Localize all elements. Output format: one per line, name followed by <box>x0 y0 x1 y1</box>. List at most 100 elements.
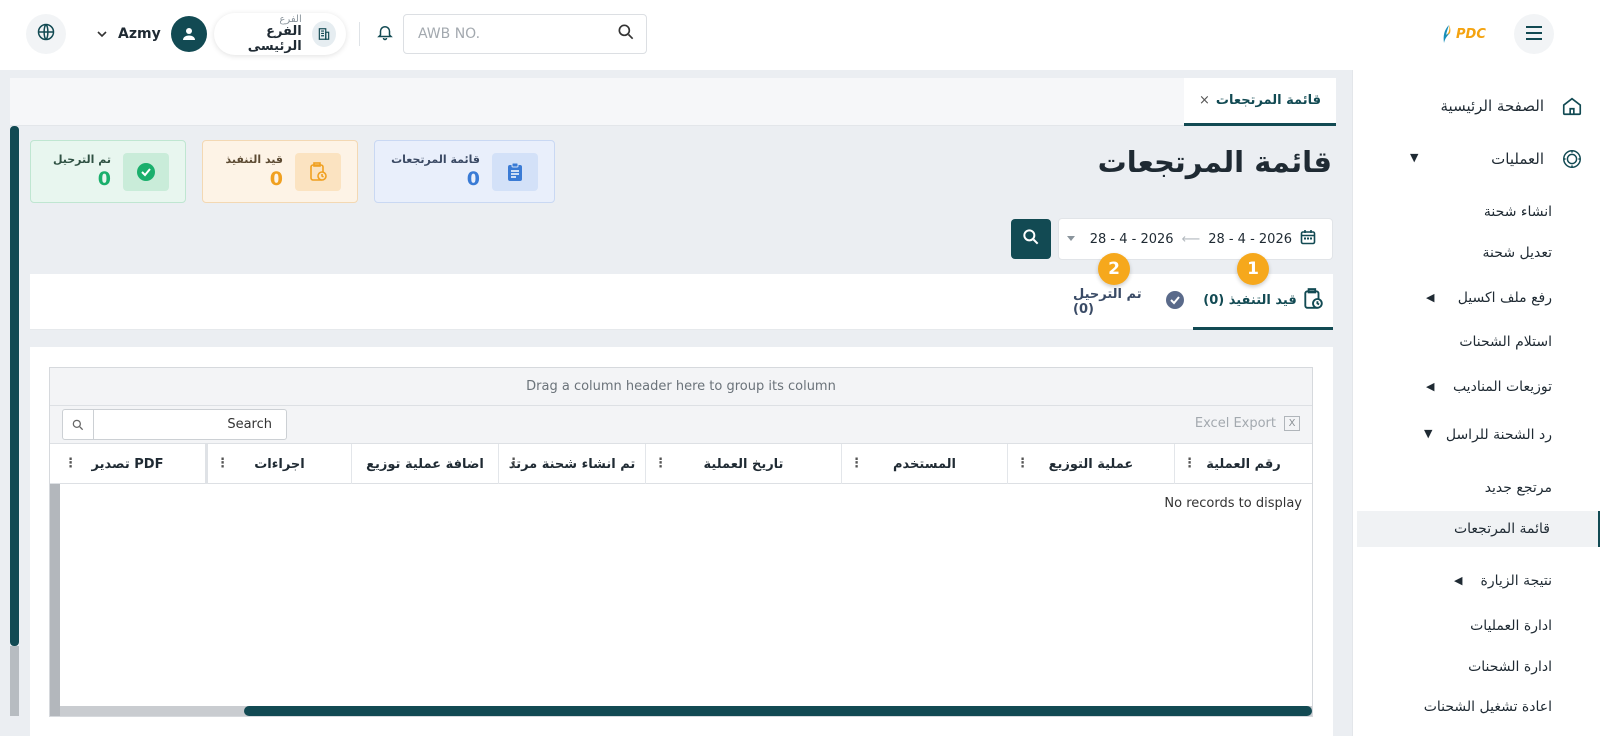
stat-card-in-progress[interactable]: قيد التنفيذ 0 <box>202 140 358 203</box>
grid-search-input[interactable] <box>94 417 280 432</box>
sidebar-item-edit-shipment[interactable]: تعديل شحنة <box>1352 235 1600 271</box>
sidebar-item-receive-shipments[interactable]: استلام الشحنات <box>1352 324 1600 360</box>
caret-left-icon: ◀ <box>1454 574 1463 587</box>
column-header[interactable]: رقم العملية ⋮ <box>1175 444 1312 484</box>
column-header[interactable]: تاريخ العملية ⋮ <box>646 444 842 484</box>
sidebar-item-label: قائمة المرتجعات <box>1453 521 1550 537</box>
sidebar-item-manage-shipments[interactable]: ادارة الشحنات <box>1352 649 1600 685</box>
tab-label: قيد التنفيذ (0) <box>1203 293 1297 308</box>
awb-search-field[interactable] <box>403 14 647 54</box>
branch-selector[interactable]: الفرع الفرع الرئيسى <box>214 13 346 55</box>
avatar <box>170 16 207 52</box>
grid-body: No records to display <box>50 484 1312 716</box>
sidebar-item-restart-shipments[interactable]: اعادة تشغيل الشحنات <box>1352 689 1600 725</box>
status-tabs: قيد التنفيذ (0) تم الترحيل (0) <box>30 274 1333 330</box>
frozen-column-strip <box>50 484 60 716</box>
hamburger-icon <box>1525 25 1543 44</box>
sidebar-item-manage-operations[interactable]: ادارة العمليات <box>1352 608 1600 644</box>
column-menu-icon[interactable]: ⋮ <box>507 456 520 471</box>
caret-down-icon: ▼ <box>1424 427 1433 440</box>
column-menu-icon[interactable]: ⋮ <box>850 456 863 471</box>
tab-label: تم الترحيل (0) <box>1073 287 1142 317</box>
step-badge-1: 1 <box>1237 253 1269 285</box>
stat-card-label: قائمة المرتجعات <box>391 153 480 166</box>
language-button[interactable] <box>26 14 66 54</box>
stat-card-returns[interactable]: قائمة المرتجعات 0 <box>374 140 555 203</box>
column-menu-icon[interactable]: ⋮ <box>1016 456 1029 471</box>
sidebar-item-label: مرتجع جديد <box>1484 480 1552 496</box>
column-header-label: عملية التوزيع <box>1048 456 1134 472</box>
horizontal-scrollbar-thumb[interactable] <box>244 706 1312 716</box>
chevron-down-icon <box>96 25 108 44</box>
sidebar: الصفحة الرئيسية ▼ العمليات انشاء شحنة تع… <box>1352 70 1600 736</box>
logo-text: PDC <box>1456 26 1486 42</box>
sidebar-item-label: العمليات <box>1491 150 1544 168</box>
stat-card-dispatched[interactable]: تم الترحيل 0 <box>30 140 186 203</box>
sidebar-item-operations[interactable]: ▼ العمليات <box>1352 141 1600 177</box>
column-menu-icon[interactable]: ⋮ <box>216 456 229 471</box>
step-badge-2: 2 <box>1098 253 1130 285</box>
sidebar-item-home[interactable]: الصفحة الرئيسية <box>1352 88 1600 124</box>
column-header[interactable]: تصدير PDF ⋮ <box>50 444 208 484</box>
column-header-label: المستخدم <box>893 456 956 472</box>
column-header-label: تاريخ العملية <box>703 456 784 472</box>
building-icon <box>311 21 336 47</box>
close-tab-icon[interactable]: × <box>1199 93 1210 108</box>
vertical-scrollbar-thumb[interactable] <box>10 126 19 646</box>
excel-icon: X <box>1284 416 1300 431</box>
date-to: 28 - 4 - 2026 <box>1089 231 1174 247</box>
column-header[interactable]: تم انشاء شحنة مرتد ⋮ <box>499 444 646 484</box>
awb-search-input[interactable] <box>418 26 598 42</box>
group-drop-area[interactable]: Drag a column header here to group its c… <box>50 368 1312 406</box>
sidebar-item-returns-list[interactable]: قائمة المرتجعات <box>1357 511 1600 547</box>
tab-returns-list[interactable]: × قائمة المرتجعات <box>1184 78 1336 126</box>
data-grid: Drag a column header here to group its c… <box>49 367 1313 717</box>
sidebar-item-upload-excel[interactable]: ◀ رفع ملف اكسيل <box>1352 280 1600 316</box>
excel-export-label: Excel Export <box>1194 416 1276 431</box>
horizontal-scrollbar[interactable] <box>60 706 1312 716</box>
sidebar-item-label: ادارة الشحنات <box>1468 659 1552 675</box>
sidebar-item-visit-result[interactable]: ◀ نتيجة الزيارة <box>1352 563 1600 599</box>
calendar-icon <box>1300 229 1316 249</box>
column-header-label: اجراءات <box>254 456 305 472</box>
clipboard-clock-icon <box>295 152 341 191</box>
excel-export-button[interactable]: Excel Export X <box>1195 416 1300 431</box>
column-header[interactable]: اضافة عملية توزيع <box>352 444 499 484</box>
sidebar-item-label: ادارة العمليات <box>1470 618 1552 634</box>
vertical-scrollbar-track[interactable] <box>10 646 19 716</box>
column-header[interactable]: عملية التوزيع ⋮ <box>1008 444 1175 484</box>
tab-label: قائمة المرتجعات <box>1215 93 1321 108</box>
column-menu-icon[interactable]: ⋮ <box>64 456 77 471</box>
grid-search-field[interactable] <box>62 409 287 440</box>
user-menu[interactable]: Azmy <box>96 16 207 52</box>
pdc-logo[interactable]: PDC <box>1440 22 1498 46</box>
arrow-icon: ⟵ <box>1181 231 1201 247</box>
sidebar-item-new-return[interactable]: مرتجع جديد <box>1352 470 1600 506</box>
sidebar-item-courier-distribution[interactable]: ◀ توزيعات المناديب <box>1352 369 1600 405</box>
sidebar-item-label: انشاء شحنة <box>1483 204 1552 220</box>
column-menu-icon[interactable]: ⋮ <box>1183 456 1196 471</box>
tab-in-progress[interactable]: قيد التنفيذ (0) <box>1193 274 1333 330</box>
caret-down-icon: ▼ <box>1410 151 1419 164</box>
notifications-button[interactable] <box>371 20 399 48</box>
column-header-label: اضافة عملية توزيع <box>366 456 484 472</box>
sidebar-item-label: الصفحة الرئيسية <box>1440 97 1545 115</box>
menu-toggle-button[interactable] <box>1514 14 1554 54</box>
operations-icon <box>1560 147 1584 171</box>
date-range-picker[interactable]: 28 - 4 - 2026 ⟵ 28 - 4 - 2026 <box>1058 218 1333 260</box>
filter-search-button[interactable] <box>1011 219 1051 259</box>
column-header[interactable]: اجراءات ⋮ <box>208 444 352 484</box>
column-header[interactable]: المستخدم ⋮ <box>842 444 1008 484</box>
tab-dispatched[interactable]: تم الترحيل (0) <box>1073 274 1185 330</box>
home-icon <box>1560 94 1584 118</box>
clipboard-icon <box>492 152 538 191</box>
column-menu-icon[interactable]: ⋮ <box>654 456 667 471</box>
sidebar-item-create-shipment[interactable]: انشاء شحنة <box>1352 194 1600 230</box>
stat-card-value: 0 <box>466 168 480 190</box>
sidebar-item-return-to-sender[interactable]: ▼ رد الشحنة للراسل <box>1352 417 1600 453</box>
sidebar-item-label: رفع ملف اكسيل <box>1457 290 1552 306</box>
bell-icon <box>376 23 394 45</box>
search-icon[interactable] <box>616 22 636 46</box>
open-tabs-bar: × قائمة المرتجعات <box>10 78 1336 126</box>
sidebar-item-label: توزيعات المناديب <box>1452 379 1552 395</box>
